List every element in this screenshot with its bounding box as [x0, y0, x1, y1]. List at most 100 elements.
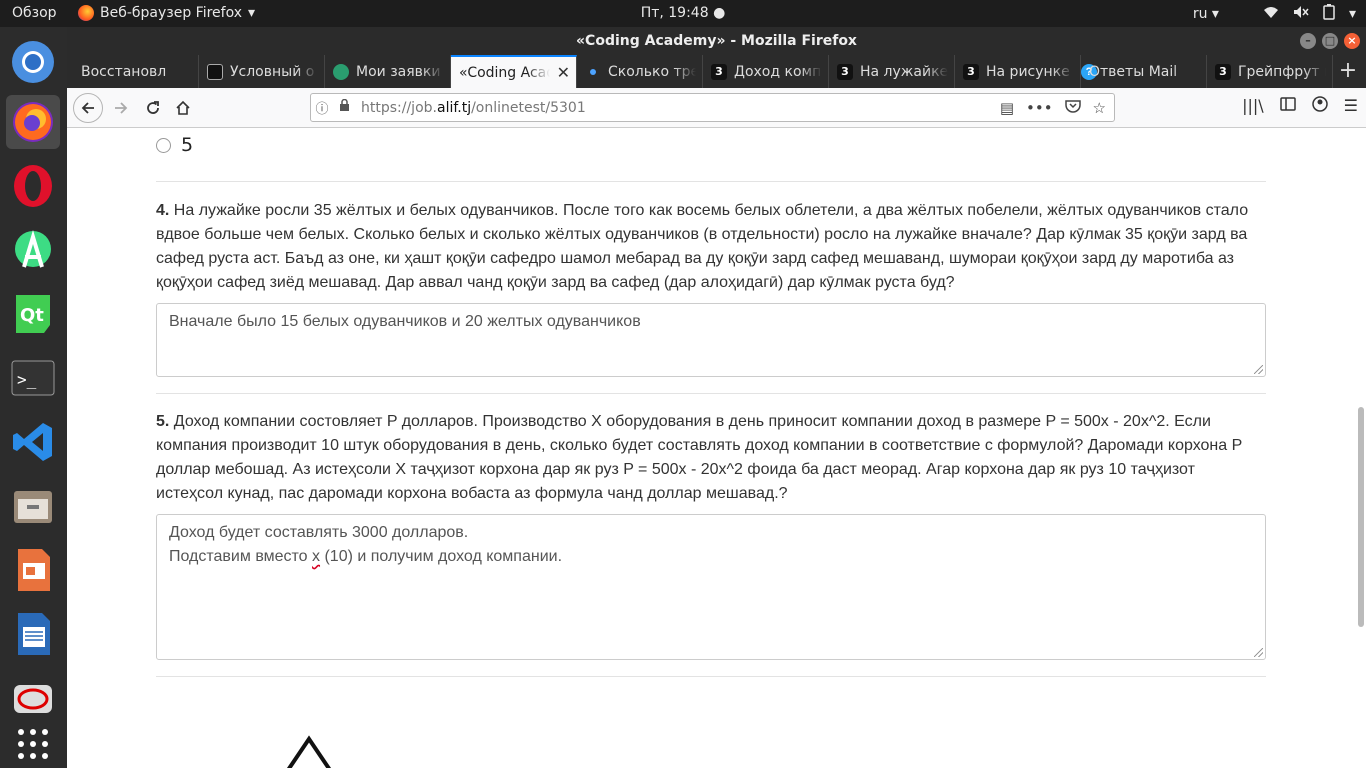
tab-label: Мои заявки: [356, 63, 441, 80]
option-label: 5: [181, 134, 194, 156]
minimize-icon[interactable]: –: [1300, 33, 1316, 49]
tab-label: На рисунке: [986, 63, 1070, 80]
terminal-icon[interactable]: >_: [6, 351, 60, 405]
account-icon[interactable]: [1311, 96, 1328, 116]
tab-5[interactable]: 3 Доход комп: [703, 55, 829, 88]
firefox-dock-icon[interactable]: [6, 95, 60, 149]
spellcheck-word[interactable]: х: [312, 548, 320, 565]
bookmark-star-icon[interactable]: ☆: [1093, 99, 1106, 117]
home-icon: [176, 100, 190, 115]
chromium-icon[interactable]: [6, 35, 60, 89]
maximize-icon[interactable]: □: [1322, 33, 1338, 49]
writer-icon[interactable]: [6, 607, 60, 661]
sidebar-icon[interactable]: [1279, 96, 1296, 116]
tab-0[interactable]: Восстановл: [73, 55, 199, 88]
url-path: /onlinetest/5301: [471, 99, 586, 116]
reader-view-icon[interactable]: ▤: [1000, 99, 1014, 117]
tab-3-selected[interactable]: «Coding Acad ✕: [451, 55, 577, 88]
tab-bar: Восстановл Условный о Мои заявки «Coding…: [67, 55, 1366, 88]
wifi-icon[interactable]: [1263, 5, 1279, 23]
vscode-icon[interactable]: [6, 415, 60, 469]
tab-4[interactable]: Сколько тре: [577, 55, 703, 88]
window-controls: – □ ×: [1300, 33, 1360, 49]
scrollbar-thumb[interactable]: [1358, 407, 1364, 627]
resize-handle-icon[interactable]: [1254, 648, 1263, 657]
reload-icon: [147, 101, 159, 114]
z-icon: 3: [963, 63, 979, 80]
tab-1[interactable]: Условный о: [199, 55, 325, 88]
toolbar-right: |||\ ☰: [1242, 96, 1358, 116]
close-tab-icon[interactable]: ✕: [557, 63, 570, 82]
tab-6[interactable]: 3 На лужайке: [829, 55, 955, 88]
system-menu-chevron-icon[interactable]: ▾: [1349, 6, 1356, 22]
tab-label: «Coding Acad: [459, 64, 550, 81]
prev-answer-option[interactable]: 5: [156, 134, 193, 156]
keyboard-layout-label: ru: [1192, 6, 1208, 22]
opera-icon[interactable]: [6, 159, 60, 213]
window-titlebar[interactable]: «Coding Academy» - Mozilla Firefox – □ ×: [67, 27, 1366, 55]
keyboard-layout[interactable]: ru ▾: [1193, 6, 1219, 22]
answer-line: Доход будет составлять 3000 долларов.: [169, 524, 469, 541]
z-icon: 3: [837, 63, 853, 80]
clock[interactable]: Пт, 19:48: [641, 5, 709, 21]
tab-7[interactable]: 3 На рисунке: [955, 55, 1081, 88]
reload-button[interactable]: [139, 94, 167, 122]
tab-2[interactable]: Мои заявки: [325, 55, 451, 88]
new-tab-button[interactable]: +: [1332, 55, 1364, 88]
window-title: «Coding Academy» - Mozilla Firefox: [576, 33, 857, 49]
forward-button[interactable]: [107, 94, 135, 122]
library-icon[interactable]: |||\: [1242, 96, 1264, 116]
page-actions-icon[interactable]: •••: [1026, 99, 1053, 117]
back-button[interactable]: [73, 93, 103, 123]
close-window-icon[interactable]: ×: [1344, 33, 1360, 49]
svg-text:>_: >_: [17, 370, 37, 389]
url-text: https://job.alif.tj/onlinetest/5301: [361, 100, 1000, 116]
app-menu[interactable]: Веб-браузер Firefox ▾: [78, 5, 255, 21]
volume-muted-icon[interactable]: [1293, 5, 1309, 23]
qt-creator-icon[interactable]: Qt: [6, 287, 60, 341]
dot-icon: [590, 68, 596, 75]
firefox-icon: [78, 5, 94, 21]
battery-icon[interactable]: [1323, 4, 1335, 24]
firefox-window: «Coding Academy» - Mozilla Firefox – □ ×…: [67, 27, 1366, 768]
url-prefix: https://job.: [361, 99, 437, 116]
answer-text: Вначале было 15 белых одуванчиков и 20 ж…: [169, 313, 641, 330]
question-text: Доход компании состовляет P долларов. Пр…: [156, 413, 1242, 502]
answer-textarea-5[interactable]: Доход будет составлять 3000 долларов. По…: [156, 514, 1266, 660]
urlbar-actions: ▤ ••• ☆: [1000, 99, 1114, 117]
android-studio-icon[interactable]: [6, 223, 60, 277]
z-icon: 3: [1215, 63, 1231, 80]
answer-textarea-4[interactable]: Вначале было 15 белых одуванчиков и 20 ж…: [156, 303, 1266, 377]
activities-button[interactable]: Обзор: [12, 5, 57, 21]
url-bar[interactable]: ⓘ https://job.alif.tj/onlinetest/5301 ▤ …: [310, 93, 1115, 122]
z-icon: 3: [711, 63, 727, 80]
svg-text:Qt: Qt: [20, 305, 44, 326]
system-tray: ru ▾ ▾: [1193, 4, 1356, 24]
hamburger-menu-icon[interactable]: ☰: [1344, 96, 1358, 116]
tab-label: Сколько тре: [608, 63, 696, 80]
question-number: 5.: [156, 413, 170, 430]
divider: [156, 181, 1266, 182]
impress-icon[interactable]: [6, 543, 60, 597]
chevron-down-icon: ▾: [248, 5, 256, 21]
resize-handle-icon[interactable]: [1254, 365, 1263, 374]
tab-label: Доход комп: [734, 63, 822, 80]
page-content: 5 4. На лужайке росли 35 жёлтых и белых …: [67, 128, 1366, 768]
home-button[interactable]: [169, 94, 197, 122]
show-applications-icon[interactable]: [6, 717, 60, 771]
triangle-figure: [286, 735, 332, 768]
notification-dot-icon: ●: [708, 5, 726, 21]
tab-label: Условный о: [230, 63, 315, 80]
tab-9[interactable]: 3 Грейпфрут и: [1207, 55, 1333, 88]
divider: [156, 393, 1266, 394]
file-manager-icon[interactable]: [6, 479, 60, 533]
lock-icon[interactable]: [333, 98, 355, 116]
radio-button[interactable]: [156, 137, 171, 153]
question-4: 4. На лужайке росли 35 жёлтых и белых од…: [156, 199, 1266, 295]
question-number: 4.: [156, 202, 170, 219]
tab-8[interactable]: ? Ответы Mail: [1081, 55, 1207, 88]
info-icon[interactable]: ⓘ: [311, 98, 333, 117]
answer-fragment: (10) и получим доход компании.: [320, 548, 563, 565]
pocket-icon[interactable]: [1064, 99, 1081, 117]
tab-label: Грейпфрут и: [1238, 63, 1326, 80]
